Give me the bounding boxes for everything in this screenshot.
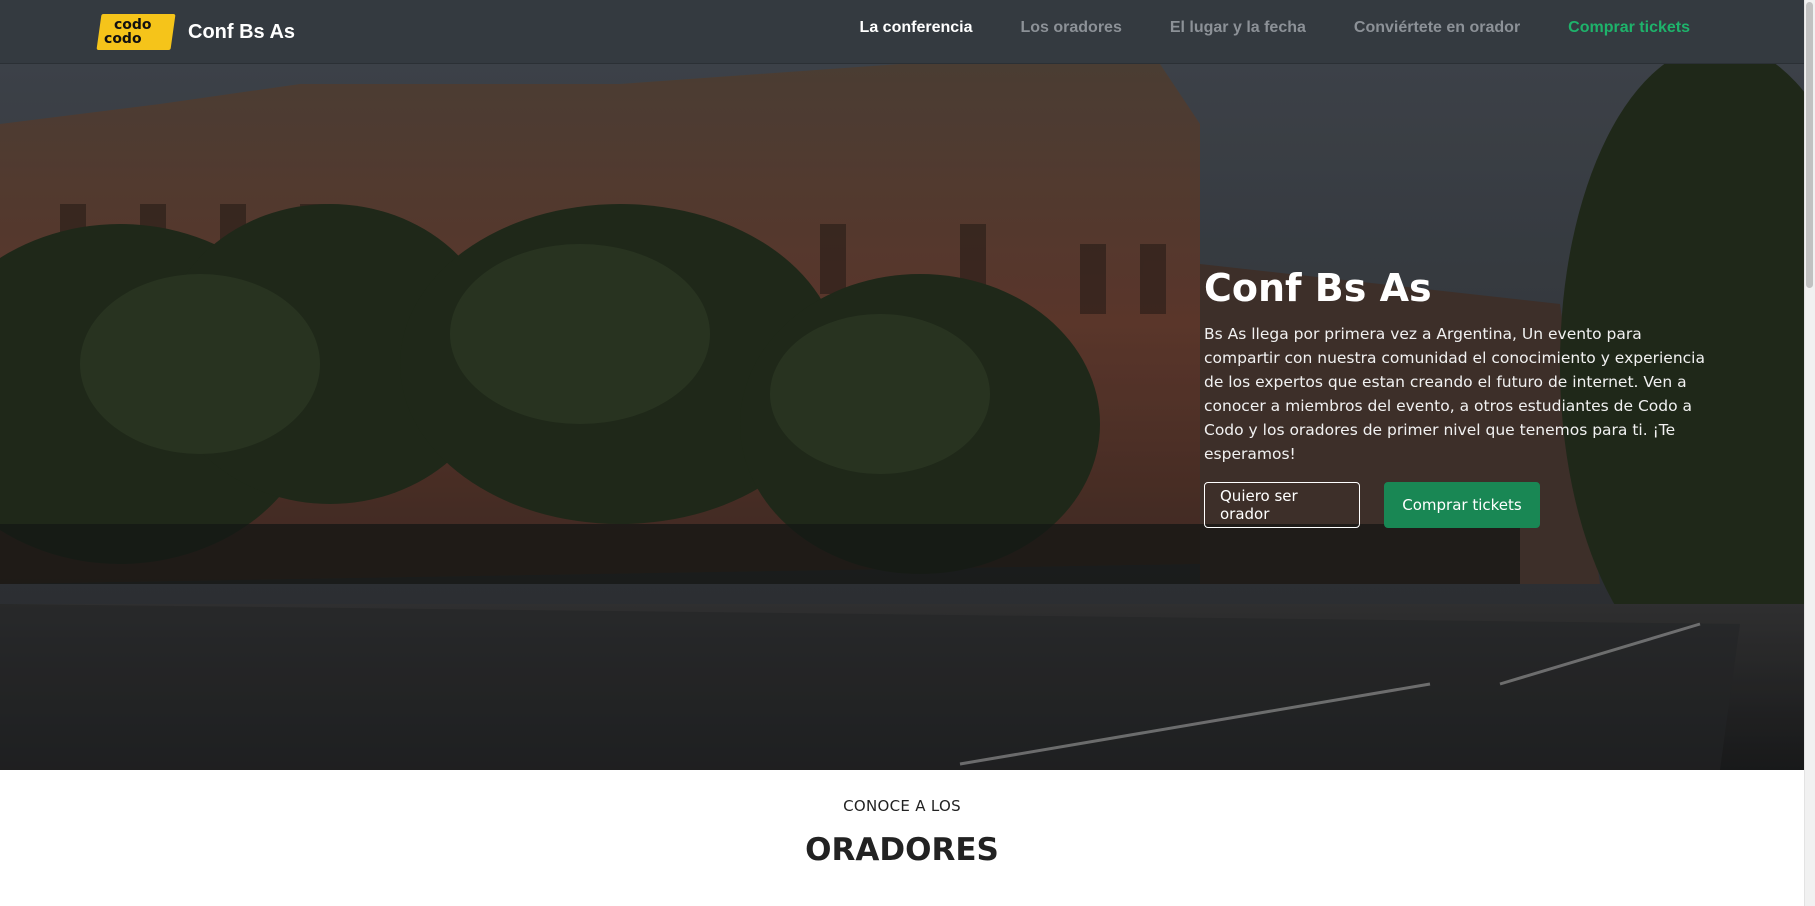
hero-buttons: Quiero ser orador Comprar tickets bbox=[1204, 482, 1714, 528]
brand-link[interactable]: codo codo Conf Bs As bbox=[96, 12, 296, 52]
hero-title: Conf Bs As bbox=[1204, 266, 1432, 310]
logo-text-line2: codo bbox=[104, 31, 142, 47]
scrollbar-thumb[interactable] bbox=[1806, 2, 1813, 288]
hero-content: Conf Bs As Bs As llega por primera vez a… bbox=[1204, 266, 1714, 528]
nav-link-el-lugar-y-la-fecha[interactable]: El lugar y la fecha bbox=[1146, 19, 1330, 37]
nav-link-comprar-tickets[interactable]: Comprar tickets bbox=[1544, 19, 1714, 37]
quiero-ser-orador-button[interactable]: Quiero ser orador bbox=[1204, 482, 1360, 528]
speakers-subtitle: CONOCE A LOS bbox=[843, 797, 961, 815]
brand-name: Conf Bs As bbox=[188, 20, 296, 43]
hero-description: Bs As llega por primera vez a Argentina,… bbox=[1204, 325, 1705, 463]
nav-link-conviertete-en-orador[interactable]: Conviértete en orador bbox=[1330, 19, 1544, 37]
nav-menu: La conferencia Los oradores El lugar y l… bbox=[836, 0, 1714, 56]
nav-link-la-conferencia[interactable]: La conferencia bbox=[836, 19, 997, 37]
codo-a-codo-logo-icon: codo codo bbox=[96, 14, 176, 50]
speakers-title: ORADORES bbox=[805, 832, 999, 868]
page-scrollbar[interactable] bbox=[1804, 0, 1815, 906]
comprar-tickets-button[interactable]: Comprar tickets bbox=[1384, 482, 1540, 528]
logo-text-line1: codo bbox=[113, 17, 152, 33]
page: codo codo Conf Bs As La conferencia Los … bbox=[0, 0, 1815, 906]
hero-section: Conf Bs As Bs As llega por primera vez a… bbox=[0, 64, 1804, 770]
nav-link-los-oradores[interactable]: Los oradores bbox=[996, 19, 1145, 37]
navbar: codo codo Conf Bs As La conferencia Los … bbox=[0, 0, 1804, 64]
